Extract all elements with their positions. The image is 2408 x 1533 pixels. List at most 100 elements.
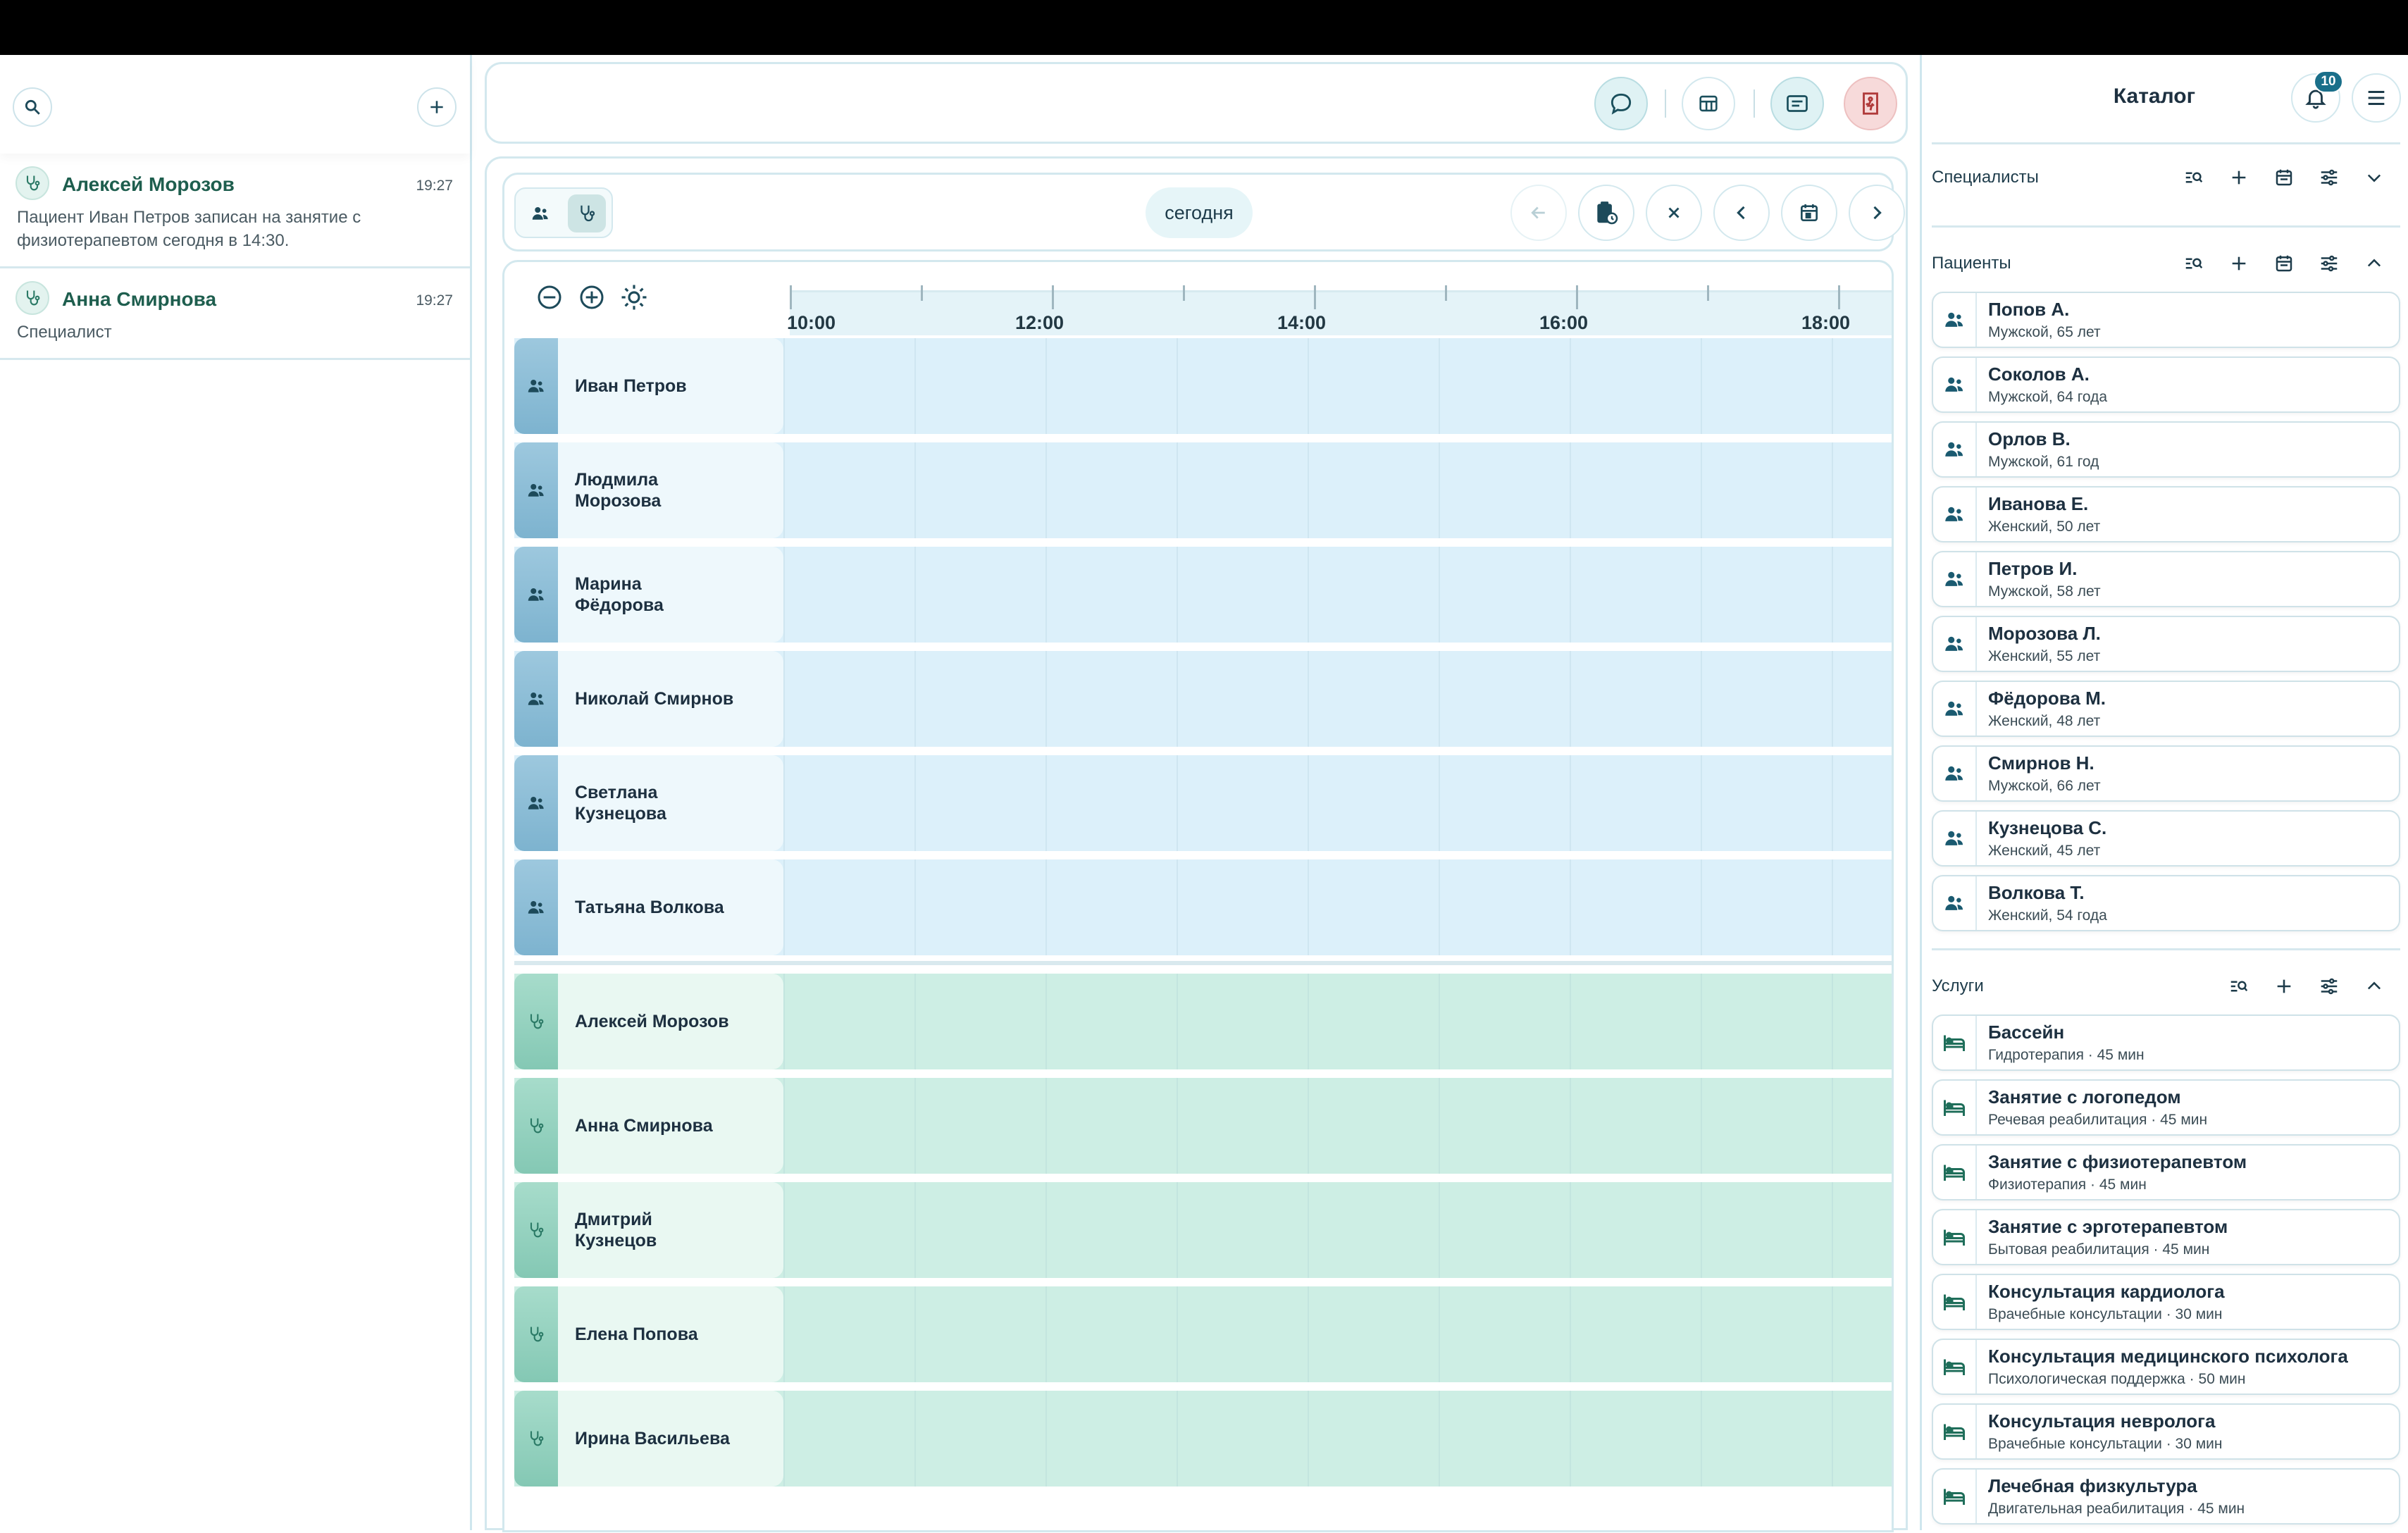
- grid-line: [914, 755, 916, 851]
- specialist-row[interactable]: Алексей Морозов: [514, 974, 1892, 1069]
- service-card[interactable]: Бассейн Гидротерапия · 45 мин: [1932, 1014, 2400, 1071]
- search-list-icon[interactable]: [2176, 159, 2212, 196]
- previous-day-button[interactable]: [1713, 185, 1770, 241]
- schedule-panel: сегодня 10:00 12:00 14:00 16:00 18:00 Ив…: [485, 156, 1908, 1532]
- catalog-panel: Каталог 10 Специалисты Пациенты Попов А.: [1920, 55, 2408, 1530]
- patient-icon: [514, 755, 558, 851]
- patient-row[interactable]: Марина Фёдорова: [514, 547, 1892, 643]
- chevron-up-icon[interactable]: [2356, 968, 2393, 1005]
- back-button[interactable]: [1510, 185, 1567, 241]
- grid-line: [1045, 1078, 1047, 1174]
- plus-icon[interactable]: [2221, 245, 2257, 282]
- patient-card[interactable]: Волкова Т. Женский, 54 года: [1932, 875, 2400, 931]
- patient-icon: [1933, 812, 1977, 865]
- services-section-header[interactable]: Услуги: [1932, 958, 2400, 1014]
- plus-icon[interactable]: [2266, 968, 2302, 1005]
- specialist-row[interactable]: Ирина Васильева: [514, 1391, 1892, 1487]
- theme-toggle-button[interactable]: [619, 282, 650, 313]
- filter-sliders-icon[interactable]: [2311, 159, 2347, 196]
- grid-line: [1045, 338, 1047, 434]
- grid-line: [1570, 1182, 1571, 1278]
- service-card[interactable]: Занятие с физиотерапевтом Физиотерапия ·…: [1932, 1144, 2400, 1200]
- patient-row[interactable]: Николай Смирнов: [514, 651, 1892, 747]
- card-subtitle: Физиотерапия · 45 мин: [1988, 1177, 2147, 1193]
- next-day-button[interactable]: [1849, 185, 1905, 241]
- specialist-row[interactable]: Анна Смирнова: [514, 1078, 1892, 1174]
- schedule-grid: 10:00 12:00 14:00 16:00 18:00 Иван Петров Лю…: [502, 260, 1894, 1532]
- chat-button[interactable]: [1594, 77, 1648, 130]
- menu-button[interactable]: [2352, 73, 2401, 123]
- patient-card[interactable]: Кузнецова С. Женский, 45 лет: [1932, 810, 2400, 867]
- grid-line: [1439, 1286, 1440, 1382]
- patient-row[interactable]: Светлана Кузнецова: [514, 755, 1892, 851]
- patient-card[interactable]: Смирнов Н. Мужской, 66 лет: [1932, 745, 2400, 802]
- grid-line: [783, 859, 785, 955]
- calendar-icon[interactable]: [2266, 245, 2302, 282]
- service-card[interactable]: Лечебная физкультура Двигательная реабил…: [1932, 1468, 2400, 1525]
- add-chat-button[interactable]: [417, 87, 457, 127]
- clipboard-clock-icon: [1597, 201, 1618, 225]
- specialist-row[interactable]: Дмитрий Кузнецов: [514, 1182, 1892, 1278]
- stethoscope-icon: [581, 205, 595, 222]
- clear-button[interactable]: [1646, 185, 1702, 241]
- calendar-button[interactable]: [1781, 185, 1837, 241]
- plus-icon[interactable]: [2221, 159, 2257, 196]
- grid-line: [914, 1286, 916, 1382]
- chevron-right-icon: [1873, 206, 1882, 220]
- patient-icon: [1933, 617, 1977, 671]
- service-card[interactable]: Консультация невролога Врачебные консуль…: [1932, 1403, 2400, 1460]
- notifications-button[interactable]: 10: [2291, 70, 2343, 123]
- patients-view-button[interactable]: [521, 194, 559, 232]
- search-button[interactable]: [13, 87, 52, 127]
- table-view-button[interactable]: [1682, 77, 1735, 130]
- grid-line: [1439, 651, 1440, 747]
- exit-door-icon: [1863, 92, 1878, 115]
- chevron-up-icon[interactable]: [2356, 245, 2393, 282]
- patient-card[interactable]: Морозова Л. Женский, 55 лет: [1932, 616, 2400, 672]
- grid-line: [914, 974, 916, 1069]
- zoom-out-button[interactable]: [534, 282, 565, 313]
- patients-section-header[interactable]: Пациенты: [1932, 235, 2400, 292]
- exit-button[interactable]: [1844, 77, 1897, 130]
- filter-sliders-icon[interactable]: [2311, 245, 2347, 282]
- patient-row[interactable]: Иван Петров: [514, 338, 1892, 434]
- today-button[interactable]: сегодня: [1146, 187, 1253, 238]
- specialists-view-button[interactable]: [568, 194, 606, 232]
- chevron-down-icon[interactable]: [2356, 159, 2393, 196]
- patient-card[interactable]: Соколов А. Мужской, 64 года: [1932, 356, 2400, 413]
- grid-line: [914, 651, 916, 747]
- patient-card[interactable]: Попов А. Мужской, 65 лет: [1932, 292, 2400, 348]
- zoom-in-button[interactable]: [576, 282, 607, 313]
- service-card[interactable]: Занятие с эрготерапевтом Бытовая реабили…: [1932, 1209, 2400, 1265]
- stethoscope-icon: [514, 1391, 558, 1487]
- patient-icon: [514, 547, 558, 643]
- service-card[interactable]: Занятие с логопедом Речевая реабилитация…: [1932, 1079, 2400, 1136]
- specialist-row[interactable]: Елена Попова: [514, 1286, 1892, 1382]
- search-list-icon[interactable]: [2221, 968, 2257, 1005]
- patient-row[interactable]: Людмила Морозова: [514, 442, 1892, 538]
- card-subtitle: Мужской, 65 лет: [1988, 324, 2101, 340]
- clipboard-schedule-button[interactable]: [1578, 185, 1634, 241]
- calendar-icon[interactable]: [2266, 159, 2302, 196]
- time-axis: 10:00 12:00 14:00 16:00 18:00: [787, 285, 1892, 335]
- treatment-bed-icon: [1933, 1405, 1977, 1458]
- service-card[interactable]: Консультация кардиолога Врачебные консул…: [1932, 1274, 2400, 1330]
- patient-card[interactable]: Фёдорова М. Женский, 48 лет: [1932, 681, 2400, 737]
- patient-card[interactable]: Петров И. Мужской, 58 лет: [1932, 551, 2400, 607]
- grid-line: [914, 859, 916, 955]
- patient-card[interactable]: Иванова Е. Женский, 50 лет: [1932, 486, 2400, 542]
- search-list-icon[interactable]: [2176, 245, 2212, 282]
- specialists-section-header[interactable]: Специалисты: [1932, 149, 2400, 206]
- patient-row[interactable]: Татьяна Волкова: [514, 859, 1892, 955]
- messages-button[interactable]: [1770, 77, 1824, 130]
- arrow-left-icon: [1531, 206, 1545, 219]
- filter-sliders-icon[interactable]: [2311, 968, 2347, 1005]
- grid-line: [1701, 1391, 1702, 1487]
- grid-line: [783, 1391, 785, 1487]
- grid-line: [1701, 651, 1702, 747]
- chat-item[interactable]: Алексей Морозов 19:27 Пациент Иван Петро…: [0, 154, 470, 268]
- service-card[interactable]: Консультация медицинского психолога Псих…: [1932, 1339, 2400, 1395]
- chat-item[interactable]: Анна Смирнова 19:27 Специалист: [0, 268, 470, 360]
- patient-card[interactable]: Орлов В. Мужской, 61 год: [1932, 421, 2400, 478]
- chat-message: Специалист: [17, 323, 112, 342]
